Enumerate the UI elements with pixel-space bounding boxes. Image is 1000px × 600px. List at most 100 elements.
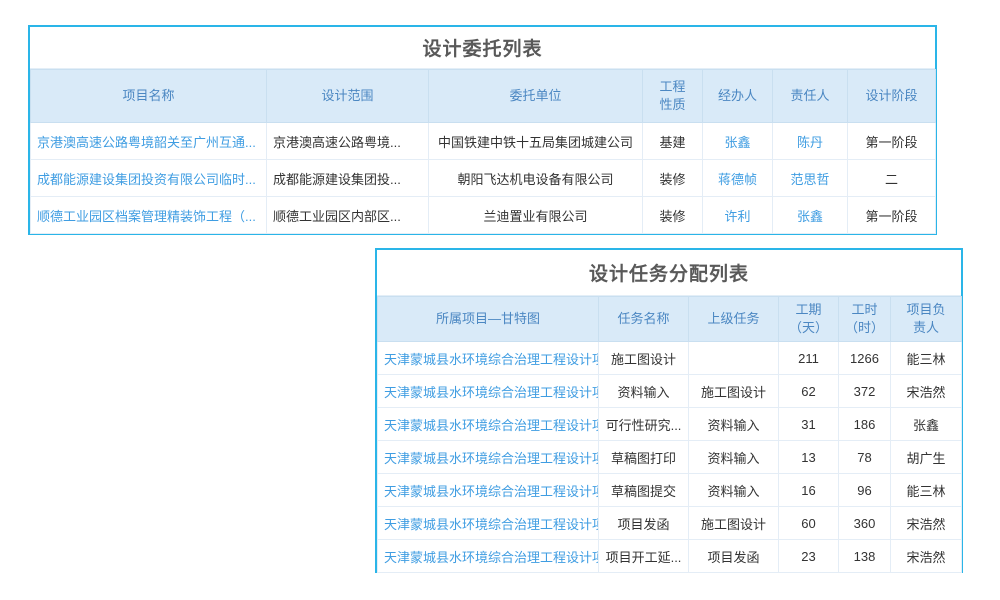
column-header-scope: 设计范围 <box>267 70 429 123</box>
handler-link[interactable]: 张鑫 <box>724 135 750 150</box>
leader-cell: 宋浩然 <box>891 540 962 573</box>
commission-header-row: 项目名称 设计范围 委托单位 工程 性质 经办人 责任人 设计阶段 <box>31 70 936 123</box>
task-project-cell: 天津蒙城县水环境综合治理工程设计项目 <box>378 375 599 408</box>
owner-link[interactable]: 张鑫 <box>797 209 823 224</box>
commission-row: 成都能源建设集团投资有限公司临时... 成都能源建设集团投... 朝阳飞达机电设… <box>31 160 936 197</box>
owner-link[interactable]: 范思哲 <box>790 172 829 187</box>
task-project-link[interactable]: 天津蒙城县水环境综合治理工程设计项目 <box>384 352 599 367</box>
leader-cell: 宋浩然 <box>891 507 962 540</box>
task-project-link[interactable]: 天津蒙城县水环境综合治理工程设计项目 <box>384 418 599 433</box>
scope-cell: 顺德工业园区内部区... <box>267 197 429 234</box>
commission-table-card: 设计委托列表 项目名称 设计范围 委托单位 工程 性质 经办人 责任人 设计阶段… <box>28 25 937 235</box>
task-row: 天津蒙城县水环境综合治理工程设计项目 项目发函 施工图设计 60 360 宋浩然 <box>378 507 962 540</box>
column-header-leader: 项目负 责人 <box>891 297 962 342</box>
project-cell: 成都能源建设集团投资有限公司临时... <box>31 160 267 197</box>
task-project-cell: 天津蒙城县水环境综合治理工程设计项目 <box>378 507 599 540</box>
task-project-link[interactable]: 天津蒙城县水环境综合治理工程设计项目 <box>384 451 599 466</box>
task-project-cell: 天津蒙城县水环境综合治理工程设计项目 <box>378 540 599 573</box>
duration-cell: 60 <box>779 507 839 540</box>
parent-task-cell: 项目发函 <box>689 540 779 573</box>
task-project-cell: 天津蒙城县水环境综合治理工程设计项目 <box>378 474 599 507</box>
leader-cell: 胡广生 <box>891 441 962 474</box>
hours-cell: 372 <box>839 375 891 408</box>
column-header-project: 项目名称 <box>31 70 267 123</box>
task-project-link[interactable]: 天津蒙城县水环境综合治理工程设计项目 <box>384 385 599 400</box>
task-project-link[interactable]: 天津蒙城县水环境综合治理工程设计项目 <box>384 484 599 499</box>
project-cell: 顺德工业园区档案管理精装饰工程（... <box>31 197 267 234</box>
leader-cell: 张鑫 <box>891 408 962 441</box>
column-header-handler: 经办人 <box>703 70 773 123</box>
duration-cell: 211 <box>779 342 839 375</box>
commission-row: 京港澳高速公路粤境韶关至广州互通... 京港澳高速公路粤境... 中国铁建中铁十… <box>31 123 936 160</box>
parent-task-cell: 资料输入 <box>689 408 779 441</box>
owner-cell: 张鑫 <box>773 197 848 234</box>
handler-cell: 张鑫 <box>703 123 773 160</box>
task-row: 天津蒙城县水环境综合治理工程设计项目 施工图设计 211 1266 能三林 <box>378 342 962 375</box>
owner-cell: 范思哲 <box>773 160 848 197</box>
project-link[interactable]: 成都能源建设集团投资有限公司临时... <box>37 172 256 187</box>
hours-cell: 360 <box>839 507 891 540</box>
column-header-gantt-project: 所属项目—甘特图 <box>378 297 599 342</box>
project-link[interactable]: 京港澳高速公路粤境韶关至广州互通... <box>37 135 256 150</box>
task-name-cell: 施工图设计 <box>599 342 689 375</box>
task-project-link[interactable]: 天津蒙城县水环境综合治理工程设计项目 <box>384 517 599 532</box>
parent-task-cell: 资料输入 <box>689 474 779 507</box>
parent-task-cell <box>689 342 779 375</box>
task-name-cell: 草稿图打印 <box>599 441 689 474</box>
leader-cell: 能三林 <box>891 474 962 507</box>
duration-cell: 31 <box>779 408 839 441</box>
hours-cell: 138 <box>839 540 891 573</box>
nature-cell: 装修 <box>643 197 703 234</box>
project-link[interactable]: 顺德工业园区档案管理精装饰工程（... <box>37 209 256 224</box>
scope-cell: 京港澳高速公路粤境... <box>267 123 429 160</box>
owner-cell: 陈丹 <box>773 123 848 160</box>
column-header-phase: 设计阶段 <box>848 70 936 123</box>
task-table-card: 设计任务分配列表 所属项目—甘特图 任务名称 上级任务 工期 （天） 工时 （时… <box>375 248 963 573</box>
hours-cell: 1266 <box>839 342 891 375</box>
nature-cell: 装修 <box>643 160 703 197</box>
task-table-title: 设计任务分配列表 <box>377 250 961 296</box>
leader-cell: 能三林 <box>891 342 962 375</box>
duration-cell: 62 <box>779 375 839 408</box>
nature-cell: 基建 <box>643 123 703 160</box>
parent-task-cell: 资料输入 <box>689 441 779 474</box>
handler-cell: 许利 <box>703 197 773 234</box>
task-name-cell: 资料输入 <box>599 375 689 408</box>
client-cell: 兰迪置业有限公司 <box>429 197 643 234</box>
task-row: 天津蒙城县水环境综合治理工程设计项目 资料输入 施工图设计 62 372 宋浩然 <box>378 375 962 408</box>
handler-cell: 蒋德帧 <box>703 160 773 197</box>
column-header-duration: 工期 （天） <box>779 297 839 342</box>
commission-table: 项目名称 设计范围 委托单位 工程 性质 经办人 责任人 设计阶段 京港澳高速公… <box>30 69 936 234</box>
duration-cell: 16 <box>779 474 839 507</box>
handler-link[interactable]: 许利 <box>724 209 750 224</box>
client-cell: 中国铁建中铁十五局集团城建公司 <box>429 123 643 160</box>
column-header-hours: 工时 （时） <box>839 297 891 342</box>
task-name-cell: 草稿图提交 <box>599 474 689 507</box>
owner-link[interactable]: 陈丹 <box>797 135 823 150</box>
hours-cell: 78 <box>839 441 891 474</box>
task-header-row: 所属项目—甘特图 任务名称 上级任务 工期 （天） 工时 （时） 项目负 责人 <box>378 297 962 342</box>
commission-row: 顺德工业园区档案管理精装饰工程（... 顺德工业园区内部区... 兰迪置业有限公… <box>31 197 936 234</box>
task-row: 天津蒙城县水环境综合治理工程设计项目 可行性研究... 资料输入 31 186 … <box>378 408 962 441</box>
column-header-nature: 工程 性质 <box>643 70 703 123</box>
project-cell: 京港澳高速公路粤境韶关至广州互通... <box>31 123 267 160</box>
parent-task-cell: 施工图设计 <box>689 375 779 408</box>
task-row: 天津蒙城县水环境综合治理工程设计项目 草稿图打印 资料输入 13 78 胡广生 <box>378 441 962 474</box>
task-project-cell: 天津蒙城县水环境综合治理工程设计项目 <box>378 441 599 474</box>
duration-cell: 23 <box>779 540 839 573</box>
commission-table-title: 设计委托列表 <box>30 27 935 69</box>
leader-cell: 宋浩然 <box>891 375 962 408</box>
scope-cell: 成都能源建设集团投... <box>267 160 429 197</box>
task-project-cell: 天津蒙城县水环境综合治理工程设计项目 <box>378 408 599 441</box>
hours-cell: 186 <box>839 408 891 441</box>
column-header-client: 委托单位 <box>429 70 643 123</box>
column-header-parent-task: 上级任务 <box>689 297 779 342</box>
handler-link[interactable]: 蒋德帧 <box>718 172 757 187</box>
task-row: 天津蒙城县水环境综合治理工程设计项目 项目开工延... 项目发函 23 138 … <box>378 540 962 573</box>
parent-task-cell: 施工图设计 <box>689 507 779 540</box>
phase-cell: 第一阶段 <box>848 197 936 234</box>
task-name-cell: 可行性研究... <box>599 408 689 441</box>
hours-cell: 96 <box>839 474 891 507</box>
task-table: 所属项目—甘特图 任务名称 上级任务 工期 （天） 工时 （时） 项目负 责人 … <box>377 296 962 573</box>
task-project-link[interactable]: 天津蒙城县水环境综合治理工程设计项目 <box>384 550 599 565</box>
